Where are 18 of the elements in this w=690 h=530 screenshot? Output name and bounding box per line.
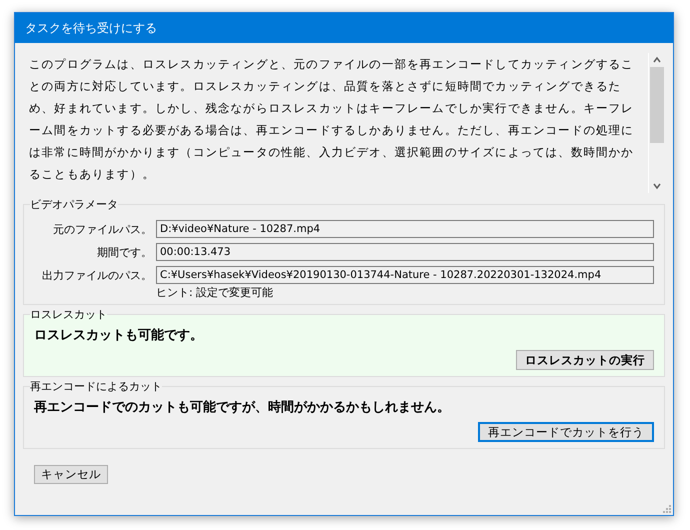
hint-text: ヒント: 設定で変更可能 bbox=[156, 285, 274, 300]
input-field[interactable]: D:¥video¥Nature - 10287.mp4 bbox=[156, 220, 654, 238]
resize-grip-icon[interactable] bbox=[663, 505, 671, 513]
cut-button[interactable]: 再エンコードでカットを行う bbox=[478, 422, 654, 442]
input-field[interactable]: 00:00:13.473 bbox=[156, 243, 654, 261]
group-title: ビデオパラメータ bbox=[30, 197, 118, 212]
field-label: 期間です。 bbox=[96, 244, 152, 260]
description-text: このプログラムは、ロスレスカッティングと、元のファイルの一部を再エンコードしてカッティングすることの両方に対応しています。ロスレスカッティングは、品質を落とさずに短時間でカッティングできるため、好まれています。しかし、残念ながらロスレスカットはキーフレームでしか実行できません。キーフレーム間をカットする必要がある場合は、再エンコードするしかありません。ただし、再エンコードの処理には非常に時間がかかります（コンピュータの性能、入力ビデオ、選択範囲のサイズによっては、数時間かかることもあります）。 bbox=[28, 56, 635, 183]
group-title: 再エンコードによるカット bbox=[30, 379, 162, 394]
window-title: タスクを待ち受けにする bbox=[15, 13, 673, 43]
field-label: 元のファイルパス。 bbox=[52, 222, 152, 236]
cut-button[interactable]: ロスレスカットの実行 bbox=[516, 350, 654, 370]
group-title: ロスレスカット bbox=[30, 307, 107, 322]
cancel-button[interactable]: キャンセル bbox=[34, 465, 108, 484]
field-label: 出力ファイルのパス。 bbox=[41, 268, 152, 282]
input-field[interactable]: C:¥Users¥hasek¥Videos¥20190130-013744-Nature - 10287.20220301-132024.mp4 bbox=[156, 266, 654, 284]
status-message: 再エンコードでのカットも可能ですが、時間がかかるかもしれません。 bbox=[34, 399, 451, 416]
status-message: ロスレスカットも可能です。 bbox=[34, 327, 204, 344]
